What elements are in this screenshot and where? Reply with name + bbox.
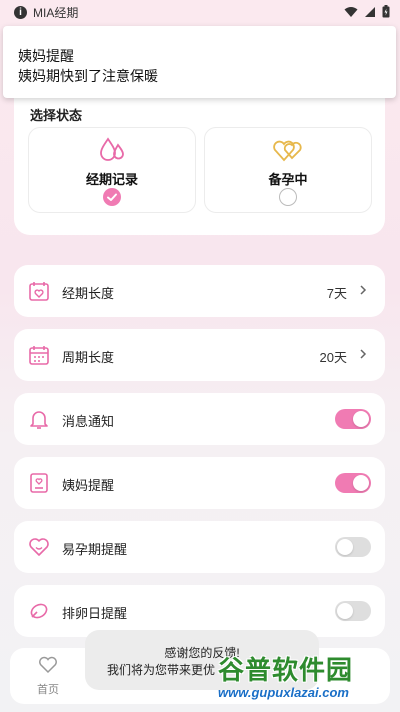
egg-icon bbox=[30, 603, 48, 619]
badge-icon bbox=[30, 473, 48, 493]
state-title: 选择状态 bbox=[30, 108, 83, 123]
hearts-icon bbox=[273, 140, 302, 162]
radio-checked[interactable] bbox=[103, 188, 121, 206]
option-period-record[interactable]: 经期记录 bbox=[28, 127, 196, 213]
setting-value: 20天 bbox=[319, 350, 347, 365]
toast-line2: 我们将为您带来更优 bbox=[107, 663, 216, 677]
toggle-knob bbox=[337, 539, 353, 555]
heart-smile-icon bbox=[29, 538, 49, 556]
home-heart-icon bbox=[39, 656, 57, 674]
option-trying-to-conceive[interactable]: 备孕中 bbox=[204, 127, 372, 213]
setting-message-notification: 消息通知 bbox=[14, 393, 385, 445]
battery-icon bbox=[382, 5, 390, 18]
chevron-right-icon bbox=[360, 349, 367, 359]
wifi-icon bbox=[344, 6, 358, 17]
bell-icon bbox=[30, 411, 48, 429]
setting-label: 周期长度 bbox=[62, 350, 115, 365]
notification-toggle[interactable] bbox=[335, 409, 371, 429]
setting-label: 排卵日提醒 bbox=[62, 606, 128, 621]
watermark: 谷普软件园 www.gupuxlazai.com bbox=[218, 650, 353, 700]
watermark-brand: 谷普软件园 bbox=[218, 655, 354, 685]
option-label: 经期记录 bbox=[85, 172, 138, 187]
toggle-knob bbox=[353, 475, 369, 491]
toggle-knob bbox=[337, 603, 353, 619]
setting-cycle-length[interactable]: 周期长度 20天 bbox=[14, 329, 385, 381]
ovulation-reminder-toggle[interactable] bbox=[335, 601, 371, 621]
setting-label: 经期长度 bbox=[62, 286, 115, 301]
fertile-reminder-toggle[interactable] bbox=[335, 537, 371, 557]
notification-title: 姨妈提醒 bbox=[18, 48, 74, 64]
radio-unchecked[interactable] bbox=[279, 188, 297, 206]
status-app-name: MIA经期 bbox=[33, 5, 79, 20]
setting-period-length[interactable]: 经期长度 7天 bbox=[14, 265, 385, 317]
setting-value: 7天 bbox=[326, 286, 347, 301]
info-icon: i bbox=[14, 5, 27, 19]
signal-icon bbox=[365, 6, 375, 17]
setting-period-reminder: 姨妈提醒 bbox=[14, 457, 385, 509]
setting-label: 消息通知 bbox=[62, 414, 115, 429]
notification-body: 姨妈期快到了注意保暖 bbox=[18, 68, 158, 84]
setting-label: 易孕期提醒 bbox=[62, 542, 128, 557]
chevron-right-icon bbox=[360, 285, 367, 295]
state-card: 选择状态 经期记录 备孕中 bbox=[14, 78, 385, 235]
check-icon bbox=[107, 193, 117, 201]
toggle-knob bbox=[353, 411, 369, 427]
status-bar: i MIA经期 bbox=[0, 0, 400, 24]
notification-banner[interactable]: 姨妈提醒 姨妈期快到了注意保暖 bbox=[3, 26, 396, 98]
calendar-icon bbox=[29, 346, 49, 365]
nav-home-label: 首页 bbox=[37, 684, 59, 696]
setting-label: 姨妈提醒 bbox=[62, 478, 115, 493]
calendar-heart-icon bbox=[29, 282, 49, 301]
option-label: 备孕中 bbox=[268, 172, 308, 187]
watermark-url: www.gupuxlazai.com bbox=[218, 685, 349, 700]
period-reminder-toggle[interactable] bbox=[335, 473, 371, 493]
drops-icon bbox=[100, 137, 124, 161]
setting-fertile-reminder: 易孕期提醒 bbox=[14, 521, 385, 573]
nav-home[interactable]: 首页 bbox=[33, 656, 63, 697]
